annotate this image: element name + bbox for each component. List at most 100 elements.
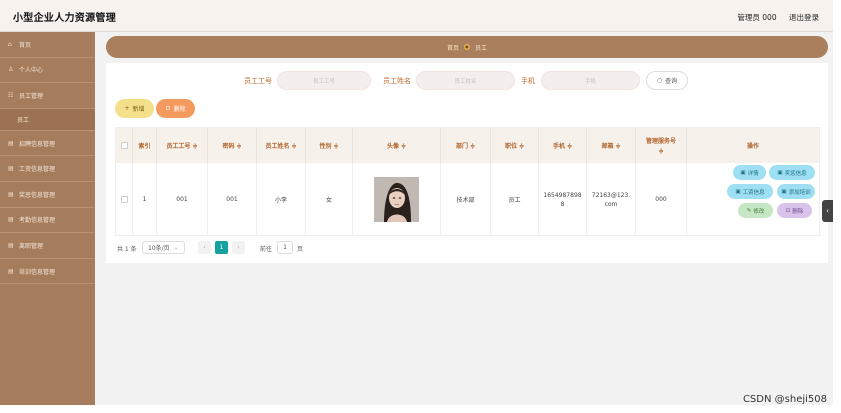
breadcrumb-separator-icon: ● xyxy=(464,44,470,50)
sidebar-item-training[interactable]: ▤ 培训信息管理 xyxy=(0,259,95,285)
row-checkbox[interactable] xyxy=(120,196,128,203)
select-all-checkbox-cell xyxy=(116,128,133,163)
current-user[interactable]: 管理员 000 xyxy=(737,13,776,22)
sidebar-item-label: 考勤信息管理 xyxy=(19,217,56,225)
breadcrumb-current: 员工 xyxy=(475,44,488,52)
total-count: 共 1 条 xyxy=(117,245,137,253)
detail-button[interactable]: ▣ 详情 xyxy=(733,165,766,180)
add-button-label: 新增 xyxy=(132,106,145,113)
sidebar-item-profile[interactable]: ♙ 个人中心 xyxy=(0,58,95,84)
col-service-label: 管理服务号 xyxy=(645,138,676,145)
detail-icon: ▣ xyxy=(740,169,746,176)
collapse-handle-icon[interactable]: ‹ xyxy=(822,200,833,222)
next-page-button[interactable]: › xyxy=(232,241,245,254)
col-name[interactable]: 员工姓名 ≑ xyxy=(257,128,306,163)
trash-icon: ⊡ xyxy=(165,105,171,112)
page-suffix-label: 页 xyxy=(297,245,304,253)
user-area: 管理员 000 退出登录 xyxy=(727,12,819,23)
goto-label: 前往 xyxy=(260,245,273,253)
list-icon: ▤ xyxy=(8,216,14,224)
logout-link[interactable]: 退出登录 xyxy=(789,13,819,22)
cell-phone: 1654987898 8 xyxy=(539,163,587,236)
plus-icon: + xyxy=(124,105,130,112)
table-header: 索引 员工工号 ≑ 密码 ≑ 员工姓名 ≑ 性别 ≑ 头像 ≑ 部门 ≑ 职位 … xyxy=(116,128,819,163)
search-button[interactable]: ○ 查询 xyxy=(646,71,688,90)
col-service[interactable]: 管理服务号 ≑ xyxy=(636,128,687,163)
salary-button[interactable]: ▣ 工资信息 xyxy=(727,184,773,199)
row-delete-button[interactable]: ⊡ 删除 xyxy=(777,203,812,218)
delete-button-label: 删除 xyxy=(173,106,186,113)
prev-page-button[interactable]: ‹ xyxy=(198,241,211,254)
sidebar: ⌂ 首页 ♙ 个人中心 ☷ 员工管理 员工 ▤ 招聘信息管理 ▤ 工资信息管理 ▤ 奖惩信息… xyxy=(0,32,95,405)
sidebar-item-home[interactable]: ⌂ 首页 xyxy=(0,32,95,58)
sort-icon: ≑ xyxy=(658,148,664,155)
goto-page-input[interactable]: 1 xyxy=(277,241,293,254)
col-password[interactable]: 密码 ≑ xyxy=(208,128,257,163)
breadcrumb-home[interactable]: 首页 xyxy=(447,43,459,52)
col-position[interactable]: 职位 ≑ xyxy=(491,128,539,163)
col-actions: 操作 xyxy=(746,143,759,150)
list-icon: ▤ xyxy=(8,241,14,249)
row-checkbox-cell xyxy=(116,163,133,236)
col-phone[interactable]: 手机 ≑ xyxy=(539,128,587,163)
phone-input[interactable]: 手机 xyxy=(541,71,640,90)
emp-id-input[interactable]: 员工工号 xyxy=(277,71,371,90)
sidebar-item-rewards[interactable]: ▤ 奖惩信息管理 xyxy=(0,182,95,208)
add-button[interactable]: + 新增 xyxy=(115,99,154,118)
cell-phone-line2: 8 xyxy=(560,200,565,208)
top-header: 小型企业人力资源管理 管理员 000 退出登录 xyxy=(0,0,833,32)
home-icon: ⌂ xyxy=(8,40,12,48)
col-dept[interactable]: 部门 ≑ xyxy=(441,128,491,163)
avatar[interactable] xyxy=(374,177,419,222)
emp-name-label: 员工姓名 xyxy=(383,77,411,85)
col-avatar[interactable]: 头像 ≑ xyxy=(353,128,441,163)
app-window: 小型企业人力资源管理 管理员 000 退出登录 ⌂ 首页 ♙ 个人中心 ☷ 员工管理 … xyxy=(0,0,833,405)
col-emp-id[interactable]: 员工工号 ≑ xyxy=(157,128,208,163)
content-card: 员工工号 员工工号 员工姓名 员工姓名 手机 手机 ○ 查询 + 新增 ⊡ 删除 索引… xyxy=(106,63,828,263)
cell-service: 000 xyxy=(636,163,687,236)
col-email[interactable]: 邮箱 ≑ xyxy=(587,128,636,163)
salary-icon: ▣ xyxy=(735,188,741,195)
sidebar-item-label: 员工管理 xyxy=(19,92,44,100)
page-size-select[interactable]: 10条/页 ⌄ xyxy=(142,241,185,254)
detail-label: 详情 xyxy=(747,170,759,177)
cell-email-line2: com xyxy=(604,200,618,208)
sidebar-item-label: 招聘信息管理 xyxy=(19,140,56,148)
rewards-icon: ▣ xyxy=(777,169,783,176)
sidebar-item-attendance[interactable]: ▤ 考勤信息管理 xyxy=(0,208,95,234)
sidebar-item-salary[interactable]: ▤ 工资信息管理 xyxy=(0,156,95,182)
emp-name-input[interactable]: 员工姓名 xyxy=(416,71,515,90)
sidebar-item-label: 培训信息管理 xyxy=(19,268,56,276)
sidebar-item-recruitment[interactable]: ▤ 招聘信息管理 xyxy=(0,131,95,157)
chevron-down-icon: ⌄ xyxy=(173,244,179,251)
list-icon: ▤ xyxy=(8,267,14,275)
employee-table: 索引 员工工号 ≑ 密码 ≑ 员工姓名 ≑ 性别 ≑ 头像 ≑ 部门 ≑ 职位 … xyxy=(115,127,820,236)
sidebar-subitem-employee[interactable]: 员工 xyxy=(0,108,95,131)
rewards-button[interactable]: ▣ 奖惩信息 xyxy=(769,165,815,180)
phone-label: 手机 xyxy=(521,77,535,85)
add-training-button[interactable]: ▣ 添加培训 xyxy=(777,184,815,199)
add-training-label: 添加培训 xyxy=(788,189,811,196)
delete-button[interactable]: ⊡ 删除 xyxy=(156,99,195,118)
select-all-checkbox[interactable] xyxy=(120,142,128,149)
cell-name: 小李 xyxy=(257,163,306,236)
cell-password: 001 xyxy=(208,163,257,236)
cell-position: 员工 xyxy=(491,163,539,236)
watermark: CSDN @sheji508 xyxy=(742,394,827,405)
cell-email-line1: 72163@123. xyxy=(591,191,631,199)
edit-button[interactable]: ✎ 修改 xyxy=(738,203,773,218)
list-icon: ▤ xyxy=(8,165,14,173)
sidebar-item-label: 工资信息管理 xyxy=(19,166,56,174)
list-icon: ▤ xyxy=(8,190,14,198)
cell-email: 72163@123. com xyxy=(587,163,636,236)
salary-label: 工资信息 xyxy=(742,189,765,196)
col-gender[interactable]: 性别 ≑ xyxy=(306,128,353,163)
sidebar-item-resignation[interactable]: ▤ 离职管理 xyxy=(0,233,95,259)
user-icon: ♙ xyxy=(8,66,14,74)
edit-label: 修改 xyxy=(753,208,765,215)
row-delete-label: 删除 xyxy=(792,208,804,215)
sidebar-item-label: 奖惩信息管理 xyxy=(19,191,56,199)
edit-icon: ✎ xyxy=(746,207,752,214)
page-1-button[interactable]: 1 xyxy=(215,241,228,254)
sidebar-item-employees[interactable]: ☷ 员工管理 xyxy=(0,83,95,109)
